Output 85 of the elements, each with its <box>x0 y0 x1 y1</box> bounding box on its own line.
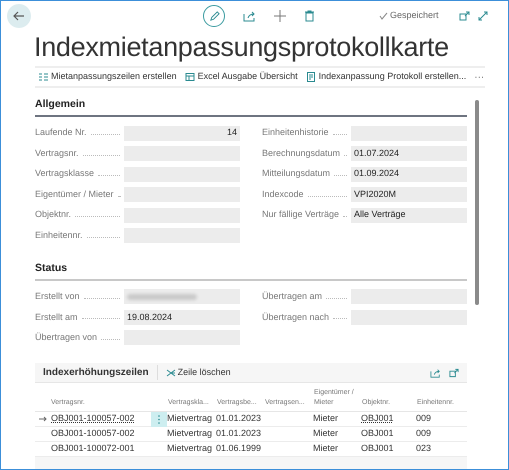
table-cell: Mietvertrag <box>167 443 212 454</box>
page-title: Indexmietanpassungsprotokollkarte <box>34 31 450 63</box>
field-label: Objektnr. <box>35 208 72 222</box>
document-icon <box>306 72 316 82</box>
table-link[interactable]: OBJ001 <box>361 413 394 424</box>
table-cell: Mieter <box>313 413 338 424</box>
delete-icon[interactable] <box>304 10 315 22</box>
input-field[interactable]: VPI2020M <box>351 187 467 202</box>
action-button[interactable]: Excel Ausgabe Übersicht <box>184 70 298 84</box>
field-label: Vertragsklasse <box>35 167 94 180</box>
field-label: Erstellt von <box>35 290 80 303</box>
input-field[interactable]: Alle Verträge <box>351 208 467 222</box>
edit-button[interactable] <box>203 5 225 27</box>
field-label: Übertragen am <box>262 290 322 303</box>
field-label: Indexcode <box>262 188 304 201</box>
leader-dots <box>98 175 120 176</box>
table-cell: Mietvertrag <box>167 413 212 424</box>
leader-dots <box>84 298 120 299</box>
table-cell: Mieter <box>313 443 338 454</box>
delete-line-button[interactable]: Zeile löschen <box>166 366 231 380</box>
field-label: Nur fällige Verträge <box>262 208 340 222</box>
table-cell: Mieter <box>313 428 338 438</box>
action-button[interactable]: Mietanpassungszeilen erstellen <box>38 70 177 84</box>
table-cell: 01.01.2023 <box>216 428 262 438</box>
table-cell: OBJ001 <box>361 428 394 438</box>
field-label: Berechnungsdatum <box>262 146 340 160</box>
input-field[interactable]: 19.08.2024 <box>124 310 240 325</box>
table-cell-text: OBJ001-100057-002 <box>51 427 135 440</box>
table-cell: 01.01.2023 <box>216 413 262 424</box>
table-cell: 009 <box>416 428 432 438</box>
list-icon <box>38 72 48 82</box>
leader-dots <box>333 318 347 320</box>
table-row[interactable]: OBJ001-100072-001 Mietvertrag 01.06.1999 Mieter OBJ001 023 <box>35 442 467 457</box>
input-field[interactable] <box>124 289 240 304</box>
pencil-icon <box>208 10 220 22</box>
redacted-value <box>127 294 197 300</box>
field-label: Erstellt am <box>35 310 78 324</box>
table-cell: Mietvertrag <box>167 428 212 438</box>
open-window-icon[interactable] <box>458 11 470 21</box>
field-label: Eigentümer / Mieter <box>35 188 114 201</box>
share-icon[interactable] <box>430 368 441 378</box>
leader-dots <box>82 318 120 320</box>
table-row[interactable]: OBJ001-100057-002 Mietvertrag 01.01.2023 Mieter OBJ001 009 <box>35 412 467 427</box>
table-icon <box>184 72 195 82</box>
scrollbar-thumb[interactable] <box>475 100 479 305</box>
table-link[interactable]: OBJ001-100057-002 <box>51 412 135 426</box>
leader-dots <box>82 154 120 156</box>
action-button[interactable]: Indexanpassung Protokoll erstellen... <box>306 70 466 84</box>
field-label: Laufende Nr. <box>35 126 87 140</box>
more-actions-button[interactable]: ··· <box>474 70 484 84</box>
table-cell: OBJ001 <box>361 443 394 454</box>
field-label: Einheitennr. <box>35 228 83 242</box>
table-cell: 023 <box>416 443 432 454</box>
expand-icon[interactable] <box>478 11 488 21</box>
plus-icon[interactable] <box>274 10 286 22</box>
table-cell: 009 <box>416 413 432 424</box>
leader-dots <box>90 134 120 135</box>
section-header: Allgemein <box>35 97 467 117</box>
leader-dots <box>101 338 120 340</box>
back-button[interactable] <box>7 4 31 28</box>
table-cell: 01.06.1999 <box>216 443 262 454</box>
field-label: Mitteilungsdatum <box>262 167 330 180</box>
table-row[interactable]: OBJ001-100057-002 Mietvertrag 01.01.2023 Mieter OBJ001 009 <box>35 427 467 442</box>
input-field[interactable]: 14 <box>124 126 240 140</box>
field-label: Übertragen von <box>35 331 98 344</box>
saved-status: Gespeichert <box>390 9 439 22</box>
field-label: Vertragsnr. <box>35 146 79 160</box>
open-window-icon[interactable] <box>449 368 459 378</box>
share-icon[interactable] <box>243 10 256 22</box>
leader-dots <box>334 175 347 176</box>
scissors-icon <box>166 368 176 376</box>
input-field[interactable]: 01.09.2024 <box>351 166 467 182</box>
section-header: Status <box>35 260 467 280</box>
check-icon <box>379 12 388 20</box>
leader-dots <box>86 236 120 238</box>
leader-dots <box>75 216 120 217</box>
field-label: Einheitenhistorie <box>262 126 329 140</box>
leader-dots <box>326 298 347 299</box>
table-cell-text: OBJ001-100072-001 <box>51 442 135 456</box>
leader-dots <box>343 216 347 217</box>
subpage-title: Indexerhöhungszeilen <box>43 365 158 380</box>
back-arrow-icon <box>13 10 25 22</box>
input-field[interactable]: 01.07.2024 <box>351 146 467 161</box>
leader-dots <box>332 134 347 135</box>
field-label: Übertragen nach <box>262 310 330 324</box>
